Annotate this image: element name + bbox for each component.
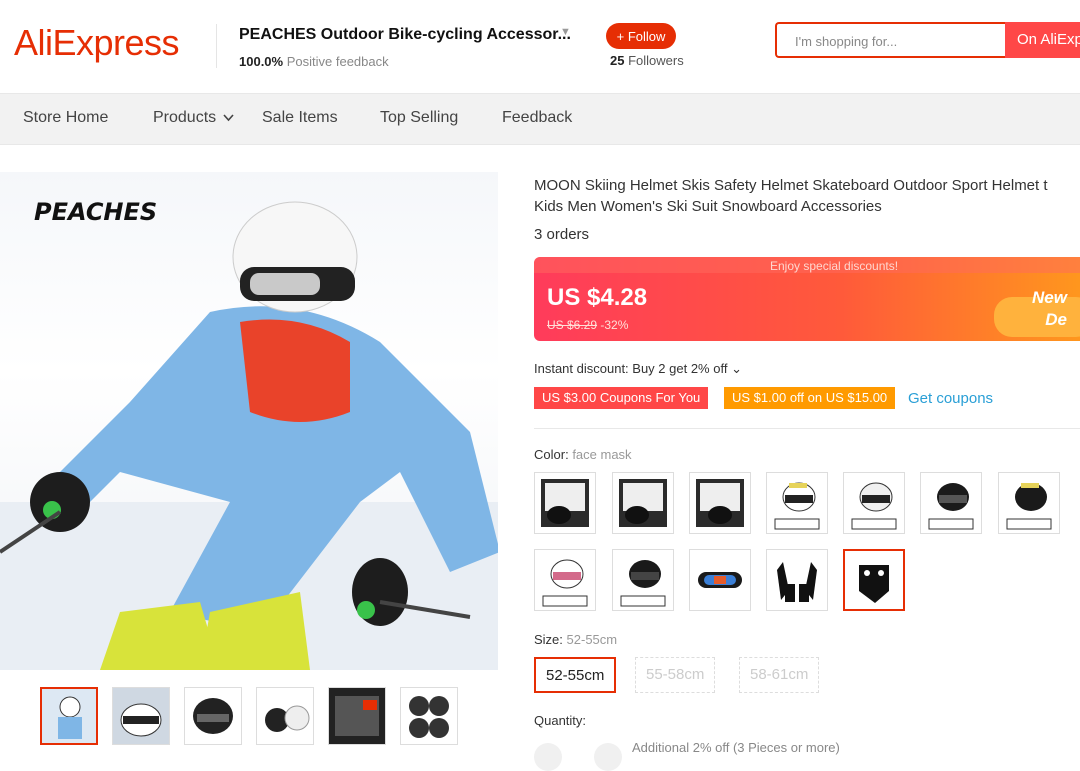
search-button[interactable]: On AliExp: [1005, 22, 1080, 58]
gallery-thumbnail[interactable]: [184, 687, 242, 745]
nav-products-label: Products: [153, 109, 217, 126]
chevron-down-icon[interactable]: ▼: [560, 26, 571, 38]
search-input[interactable]: I'm shopping for...: [775, 22, 1005, 58]
feedback-label: Positive feedback: [286, 54, 389, 69]
quantity-discount-note: Additional 2% off (3 Pieces or more): [632, 740, 840, 755]
color-swatch[interactable]: [766, 472, 828, 534]
skier-illustration: PEACHES: [0, 198, 498, 670]
instant-discount-label: Instant discount: Buy 2 get 2% off: [534, 361, 728, 376]
gallery-thumbnail[interactable]: [40, 687, 98, 745]
chevron-down-icon: ⌄: [731, 361, 742, 376]
store-name[interactable]: PEACHES Outdoor Bike-cycling Accessor...: [239, 26, 571, 44]
discount-banner-text: Enjoy special discounts!: [770, 259, 899, 273]
aliexpress-logo[interactable]: AliExpress: [14, 22, 180, 64]
size-label-text: Size:: [534, 632, 563, 647]
followers-number: 25: [610, 53, 625, 68]
nav-top-selling[interactable]: Top Selling: [380, 109, 458, 127]
gallery-thumbnail[interactable]: [256, 687, 314, 745]
quantity-increment-button[interactable]: [594, 743, 622, 771]
coupon-badge[interactable]: US $3.00 Coupons For You: [534, 387, 709, 409]
product-title: MOON Skiing Helmet Skis Safety Helmet Sk…: [534, 177, 1048, 215]
gallery-thumbnail[interactable]: [400, 687, 458, 745]
nav-store-home[interactable]: Store Home: [23, 109, 108, 127]
new-user-deal[interactable]: New De: [1032, 287, 1067, 331]
color-swatch[interactable]: [766, 549, 828, 611]
color-label: Color: face mask: [534, 447, 632, 462]
quantity-decrement-button[interactable]: [534, 743, 562, 771]
gallery-thumbnail[interactable]: [328, 687, 386, 745]
followers-count: 25 Followers: [610, 53, 684, 68]
coupon-badge[interactable]: US $1.00 off on US $15.00: [724, 387, 896, 409]
instant-discount[interactable]: Instant discount: Buy 2 get 2% off ⌄: [534, 361, 742, 377]
main-product-image[interactable]: PEACHES: [0, 172, 498, 670]
size-option-selected[interactable]: 52-55cm: [534, 657, 617, 693]
orders-count: 3 orders: [534, 226, 590, 243]
follow-button[interactable]: + Follow: [606, 23, 676, 49]
size-selected-value: 52-55cm: [566, 632, 618, 647]
followers-label: Followers: [628, 53, 684, 68]
color-selected-value: face mask: [572, 447, 632, 462]
color-swatch[interactable]: [534, 472, 596, 534]
brand-watermark: PEACHES: [34, 198, 157, 226]
color-swatch[interactable]: [612, 549, 674, 611]
size-label: Size: 52-55cm: [534, 632, 617, 647]
size-option-disabled: 58-61cm: [739, 657, 820, 693]
color-swatch[interactable]: [689, 549, 751, 611]
store-nav: Store Home Products Sale Items Top Selli…: [0, 93, 1080, 145]
chevron-down-icon: [222, 114, 234, 122]
nav-sale-items[interactable]: Sale Items: [262, 109, 338, 127]
strikethrough-price: US $6.29: [547, 318, 598, 332]
color-swatch-selected[interactable]: [843, 549, 905, 611]
color-swatch[interactable]: [920, 472, 982, 534]
current-price: US $4.28: [547, 284, 648, 311]
store-feedback: 100.0% Positive feedback: [239, 54, 389, 69]
gallery-thumbnail[interactable]: [112, 687, 170, 745]
nav-products[interactable]: Products: [153, 109, 234, 127]
size-option-disabled: 55-58cm: [635, 657, 716, 693]
discount-percent: -32%: [600, 318, 629, 332]
quantity-label: Quantity:: [534, 713, 587, 728]
banner-line-2: De: [1045, 310, 1067, 329]
color-swatch[interactable]: [534, 549, 596, 611]
color-swatch[interactable]: [843, 472, 905, 534]
color-swatch[interactable]: [689, 472, 751, 534]
color-swatch[interactable]: [998, 472, 1060, 534]
banner-line-1: New: [1032, 288, 1067, 307]
color-swatch[interactable]: [612, 472, 674, 534]
original-price: US $6.29 -32%: [547, 318, 628, 332]
get-coupons-link[interactable]: Get coupons: [908, 390, 993, 407]
color-label-text: Color:: [534, 447, 569, 462]
feedback-percent: 100.0%: [239, 54, 284, 69]
divider: [534, 428, 1080, 429]
nav-feedback[interactable]: Feedback: [502, 109, 572, 127]
header-divider: [216, 24, 217, 68]
search-placeholder: I'm shopping for...: [795, 34, 898, 49]
